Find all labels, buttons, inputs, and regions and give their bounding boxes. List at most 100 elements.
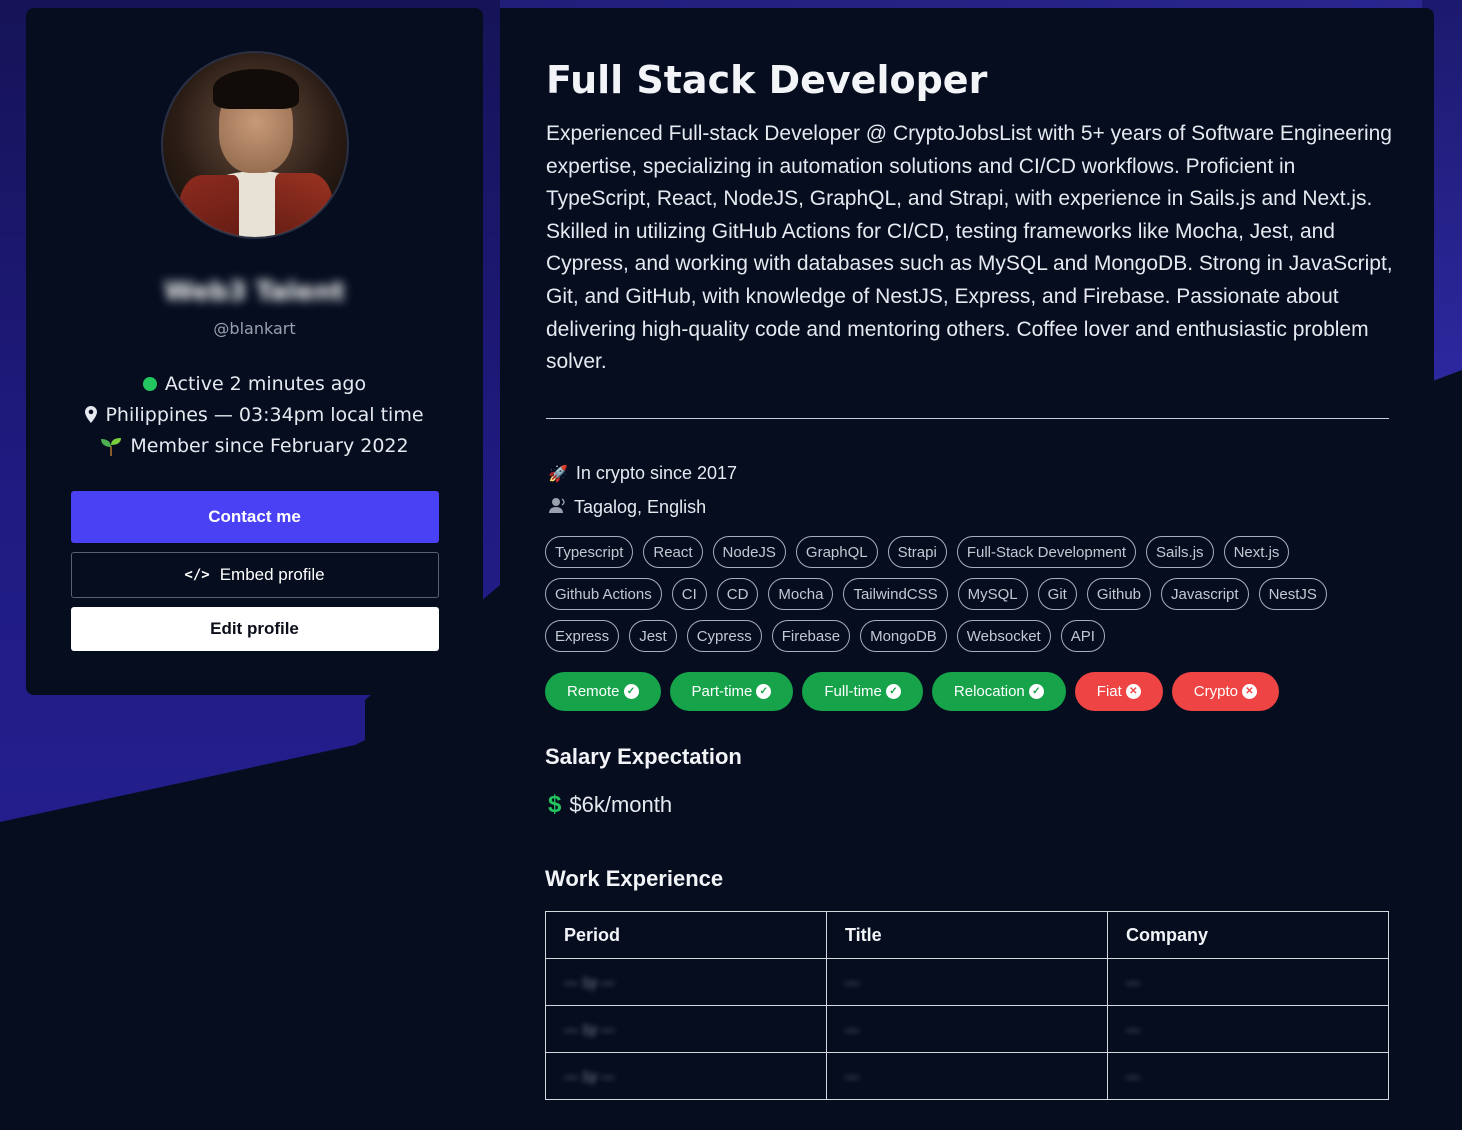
- skill-tag: Sails.js: [1146, 536, 1214, 568]
- skill-tag: MySQL: [957, 578, 1028, 610]
- salary-title: Salary Expectation: [545, 744, 742, 769]
- skill-tag: Git: [1037, 578, 1077, 610]
- divider: [546, 418, 1389, 419]
- skill-tag: MongoDB: [860, 620, 947, 652]
- skill-tag: React: [643, 536, 703, 568]
- salary-row: $ $6k/month: [548, 791, 672, 819]
- preference-label: Remote: [567, 683, 620, 700]
- check-circle-icon: ✓: [1028, 684, 1044, 699]
- column-title: Title: [826, 911, 1108, 959]
- preference-label: Relocation: [953, 683, 1025, 700]
- table-cell: —: [1107, 958, 1389, 1006]
- table-cell-value: — 1y —: [564, 1068, 615, 1084]
- table-cell-value: — 1y —: [564, 1021, 615, 1037]
- rocket-icon: 🚀: [548, 465, 568, 483]
- table-cell: —: [826, 1005, 1108, 1053]
- member-since-row: Member since February 2022: [100, 434, 409, 457]
- column-company: Company: [1107, 911, 1389, 959]
- skill-tag: NodeJS: [712, 536, 786, 568]
- preference-badge: Fiat ✕: [1074, 672, 1163, 711]
- table-cell-value: —: [845, 1068, 859, 1084]
- code-icon: </>: [184, 567, 210, 583]
- table-cell: —: [1107, 1005, 1389, 1053]
- work-experience-title: Work Experience: [545, 866, 724, 891]
- table-cell-value: — 1y —: [564, 974, 615, 990]
- sprout-icon: [100, 436, 122, 456]
- table-cell: —: [1107, 1052, 1389, 1100]
- work-experience-table: Period Title Company — 1y — — — — 1y — — — — 1…: [545, 911, 1389, 1100]
- skill-tag: API: [1060, 620, 1105, 652]
- job-title: Full Stack Developer: [546, 58, 988, 102]
- x-circle-icon: ✕: [1125, 684, 1141, 699]
- preference-badge: Remote ✓: [545, 672, 661, 711]
- preference-label: Full-time: [824, 683, 882, 700]
- skill-tag: Github Actions: [545, 578, 662, 610]
- skill-tag: TailwindCSS: [843, 578, 948, 610]
- skill-tag: Javascript: [1161, 578, 1249, 610]
- skill-tag: CI: [671, 578, 707, 610]
- skill-tag: CD: [716, 578, 759, 610]
- table-cell: —: [826, 1052, 1108, 1100]
- contact-me-button[interactable]: Contact me: [70, 491, 439, 543]
- skill-tag: Cypress: [686, 620, 762, 652]
- table-cell: — 1y —: [545, 1052, 827, 1100]
- table-cell-value: —: [1126, 1068, 1140, 1084]
- table-cell-value: —: [845, 974, 859, 990]
- status-row: Active 2 minutes ago: [142, 372, 367, 395]
- preference-badge: Crypto ✕: [1171, 672, 1279, 711]
- profile-handle: @blankart: [213, 319, 296, 338]
- table-header-row: Period Title Company: [545, 911, 1389, 959]
- skill-tag: Typescript: [545, 536, 634, 568]
- embed-profile-button[interactable]: </> Embed profile: [70, 552, 439, 598]
- skill-tag: Mocha: [768, 578, 834, 610]
- embed-profile-label: Embed profile: [219, 565, 325, 584]
- work-preferences: Remote ✓ Part-time ✓ Full-time ✓ Relocation ✓ Fi…: [545, 672, 1279, 711]
- table-row: — 1y — — —: [545, 958, 1389, 1006]
- table-row: — 1y — — —: [545, 1052, 1389, 1100]
- skill-tag: GraphQL: [795, 536, 878, 568]
- table-cell-value: —: [1126, 1021, 1140, 1037]
- speaker-icon: [548, 496, 566, 519]
- skill-tag: Express: [545, 620, 620, 652]
- skill-tag: Next.js: [1223, 536, 1290, 568]
- profile-meta: Active 2 minutes ago Philippines — 03:34…: [85, 372, 424, 457]
- member-since-text: Member since February 2022: [130, 434, 409, 457]
- languages-text: Tagalog, English: [574, 497, 707, 517]
- skill-tag: Websocket: [956, 620, 1051, 652]
- dollar-icon: $: [548, 791, 562, 818]
- skill-tag: Firebase: [771, 620, 851, 652]
- check-circle-icon: ✓: [885, 684, 901, 699]
- display-name: Web3 Talent: [164, 277, 345, 307]
- check-circle-icon: ✓: [756, 684, 772, 699]
- status-text: Active 2 minutes ago: [164, 372, 367, 395]
- skill-tag: Github: [1086, 578, 1152, 610]
- profile-card: Web3 Talent @blankart Active 2 minutes a…: [26, 8, 483, 695]
- edit-profile-button[interactable]: Edit profile: [70, 607, 439, 651]
- table-row: — 1y — — —: [545, 1005, 1389, 1053]
- preference-badge: Part-time ✓: [669, 672, 794, 711]
- location-row: Philippines — 03:34pm local time: [85, 403, 424, 426]
- table-cell: —: [826, 958, 1108, 1006]
- preference-label: Crypto: [1193, 683, 1238, 700]
- skill-tag: Full-Stack Development: [956, 536, 1137, 568]
- skill-tag: Strapi: [887, 536, 947, 568]
- online-status-icon: [142, 376, 157, 391]
- crypto-since-text: In crypto since 2017: [575, 463, 738, 483]
- table-cell: — 1y —: [545, 1005, 827, 1053]
- preference-label: Part-time: [691, 683, 753, 700]
- skill-tag: NestJS: [1258, 578, 1327, 610]
- table-cell-value: —: [845, 1021, 859, 1037]
- table-cell: — 1y —: [545, 958, 827, 1006]
- salary-value: $6k/month: [569, 792, 673, 817]
- preference-label: Fiat: [1096, 683, 1122, 700]
- location-text: Philippines — 03:34pm local time: [105, 403, 424, 426]
- skill-tags: Typescript React NodeJS GraphQL Strapi Full-S…: [545, 536, 1405, 652]
- languages-row: Tagalog, English: [548, 496, 706, 519]
- column-period: Period: [545, 911, 827, 959]
- avatar: [160, 51, 349, 239]
- preference-badge: Relocation ✓: [931, 672, 1066, 711]
- table-cell-value: —: [1126, 974, 1140, 990]
- skill-tag: Jest: [629, 620, 677, 652]
- crypto-since-row: 🚀 In crypto since 2017: [548, 463, 737, 484]
- x-circle-icon: ✕: [1241, 684, 1257, 699]
